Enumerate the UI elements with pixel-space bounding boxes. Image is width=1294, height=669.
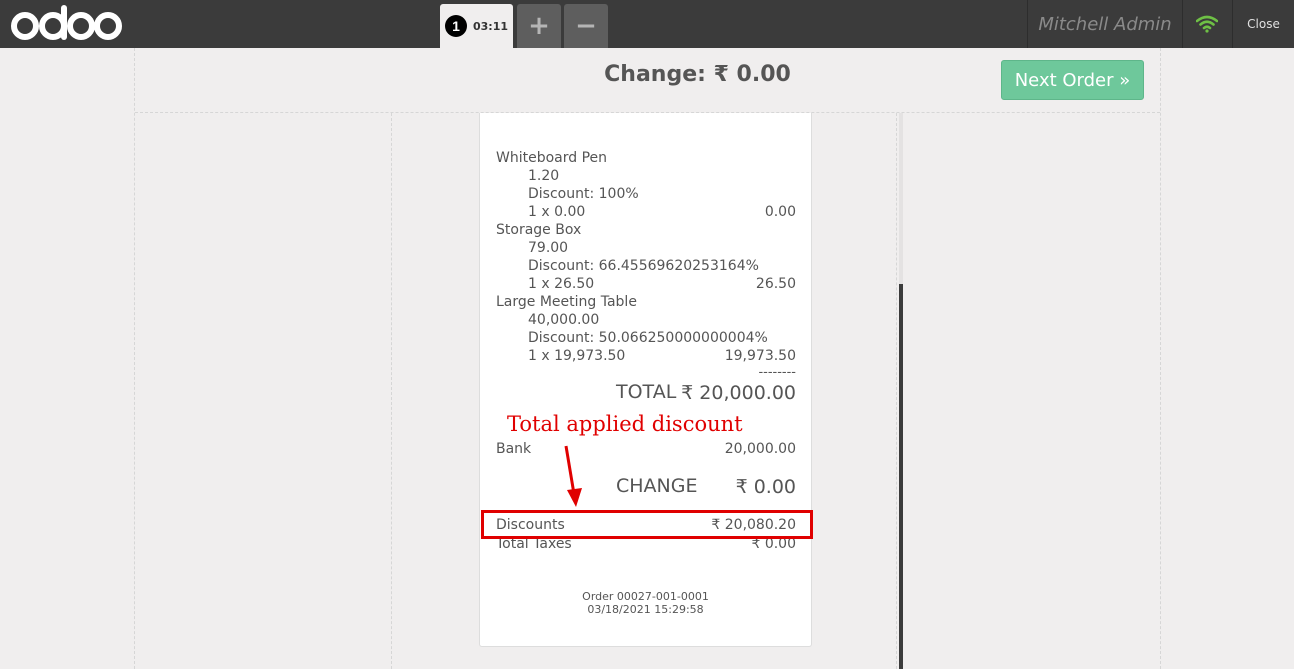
remove-order-button[interactable]: −	[564, 4, 608, 48]
plus-icon: +	[528, 11, 550, 41]
receipt-separator: --------	[758, 365, 796, 380]
receipt-item-price: 79.00	[528, 240, 569, 256]
next-order-button[interactable]: Next Order »	[1001, 60, 1144, 100]
receipt-item-total: 0.00	[764, 204, 796, 220]
divider	[896, 113, 897, 669]
receipt: Whiteboard Pen 1.20 Discount: 100% 1 x 0…	[479, 113, 812, 647]
annotation-label: Total applied discount	[507, 412, 743, 436]
receipt-payment-label: Bank	[496, 441, 532, 457]
order-number-badge: 1	[444, 15, 467, 37]
receipt-item-name: Large Meeting Table	[496, 294, 637, 310]
receipt-total-label: TOTAL	[616, 381, 677, 403]
receipt-payment-value: 20,000.00	[724, 441, 796, 457]
annotation-arrow-icon	[564, 445, 582, 507]
wifi-status[interactable]	[1182, 0, 1233, 48]
receipt-total-value: ₹ 20,000.00	[681, 382, 796, 404]
receipt-item-price: 40,000.00	[528, 312, 600, 328]
receipt-change-label: CHANGE	[616, 475, 698, 497]
receipt-item-price: 1.20	[528, 168, 560, 184]
receipt-item-qty-row: 1 x 0.00 0.00	[528, 203, 796, 221]
receipt-item-qty-row: 1 x 26.50 26.50	[528, 275, 796, 293]
receipt-item-total: 26.50	[755, 276, 796, 292]
receipt-item-qty: 1 x 26.50	[528, 276, 595, 292]
receipt-order-date: 03/18/2021 15:29:58	[587, 603, 704, 616]
receipt-payment-row: Bank 20,000.00	[496, 440, 796, 458]
close-button[interactable]: Close	[1233, 0, 1294, 48]
receipt-item-qty: 1 x 0.00	[528, 204, 586, 220]
receipt-item-qty-row: 1 x 19,973.50 19,973.50	[528, 347, 796, 365]
minus-icon: −	[575, 11, 597, 41]
order-tab[interactable]: 1 03:11	[440, 4, 513, 48]
order-time: 03:11	[472, 19, 508, 33]
receipt-item-discount: Discount: 100%	[528, 186, 639, 202]
receipt-item-total: 19,973.50	[724, 348, 796, 364]
receipt-item-discount: Discount: 66.45569620253164%	[528, 258, 759, 274]
divider	[391, 113, 392, 669]
receipt-item-qty: 1 x 19,973.50	[528, 348, 626, 364]
odoo-logo	[10, 4, 122, 44]
scrollbar-thumb[interactable]	[899, 284, 903, 669]
receipt-screen-header: Change: ₹ 0.00 Next Order »	[135, 48, 1160, 113]
receipt-item-discount: Discount: 50.066250000000004%	[528, 330, 768, 346]
user-name[interactable]: Mitchell Admin	[1027, 0, 1183, 48]
receipt-change-value: ₹ 0.00	[735, 476, 796, 498]
receipt-item-name: Storage Box	[496, 222, 582, 238]
top-bar: 1 03:11 + − Mitchell Admin Close	[0, 0, 1294, 48]
receipt-order-ref: Order 00027-001-0001	[582, 590, 709, 603]
wifi-icon	[1196, 15, 1218, 33]
receipt-item-name: Whiteboard Pen	[496, 150, 608, 166]
annotation-highlight-box	[481, 510, 813, 539]
add-order-button[interactable]: +	[517, 4, 561, 48]
